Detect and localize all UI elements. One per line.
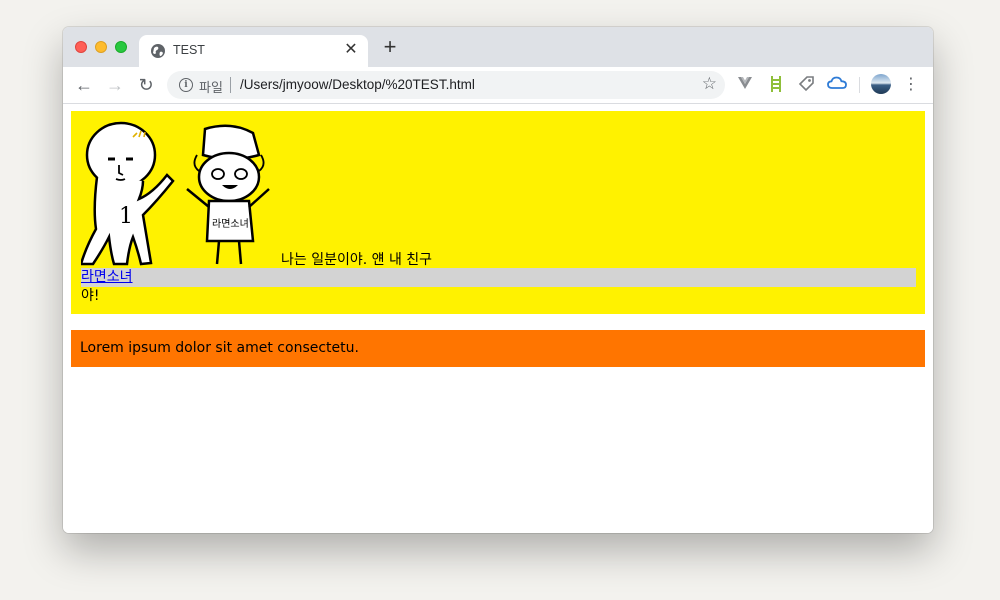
close-window-button[interactable] xyxy=(75,41,87,53)
caption-text: 나는 일분이야. 얜 내 친구 xyxy=(281,252,433,268)
tab-test[interactable]: TEST ✕ xyxy=(139,35,368,67)
page-content: 1 라면소녀 나는 일분이야. 얜 내 친구 라면소녀 야! Lorem ips… xyxy=(63,104,933,533)
tag-icon[interactable] xyxy=(796,75,816,95)
suffix-text: 야! xyxy=(81,288,100,304)
toolbar-divider xyxy=(859,77,860,93)
omnibox-divider xyxy=(230,77,231,93)
tab-strip: TEST ✕ + xyxy=(63,27,933,67)
globe-icon xyxy=(151,44,165,58)
browser-window: TEST ✕ + ← → ↻ i 파일 /Users/jmyoow/Deskto… xyxy=(63,27,933,533)
scheme-label: 파일 xyxy=(199,81,223,96)
reload-button[interactable]: ↻ xyxy=(136,75,156,95)
link-highlight-bar xyxy=(81,268,916,287)
maximize-window-button[interactable] xyxy=(115,41,127,53)
orange-section: Lorem ipsum dolor sit amet consectetu. xyxy=(71,330,925,367)
close-icon[interactable]: ✕ xyxy=(342,41,360,59)
url-text[interactable]: /Users/jmyoow/Desktop/%20TEST.html xyxy=(240,77,475,92)
new-tab-button[interactable]: + xyxy=(379,36,401,59)
ladder-icon[interactable] xyxy=(766,75,786,95)
profile-avatar[interactable] xyxy=(871,74,891,94)
lorem-text: Lorem ipsum dolor sit amet consectetu. xyxy=(80,340,359,356)
address-bar[interactable]: i 파일 /Users/jmyoow/Desktop/%20TEST.html … xyxy=(167,71,725,99)
characters-image: 1 라면소녀 xyxy=(81,121,270,266)
toolbar: ← → ↻ i 파일 /Users/jmyoow/Desktop/%20TEST… xyxy=(63,67,933,104)
vue-devtools-icon[interactable] xyxy=(735,75,755,95)
back-button[interactable]: ← xyxy=(74,75,94,95)
shirt-text: 라면소녀 xyxy=(212,218,249,230)
tab-title: TEST xyxy=(173,43,205,57)
yellow-section: 1 라면소녀 나는 일분이야. 얜 내 친구 라면소녀 야! xyxy=(71,111,925,314)
ramen-girl-link[interactable]: 라면소녀 xyxy=(81,268,133,287)
bookmark-star-icon[interactable]: ☆ xyxy=(702,74,717,94)
info-icon[interactable]: i xyxy=(179,78,193,92)
menu-icon[interactable]: ⋮ xyxy=(903,75,919,95)
shirt-number-text: 1 xyxy=(119,204,133,229)
forward-button[interactable]: → xyxy=(105,75,125,95)
minimize-window-button[interactable] xyxy=(95,41,107,53)
cloud-icon[interactable] xyxy=(827,75,847,95)
